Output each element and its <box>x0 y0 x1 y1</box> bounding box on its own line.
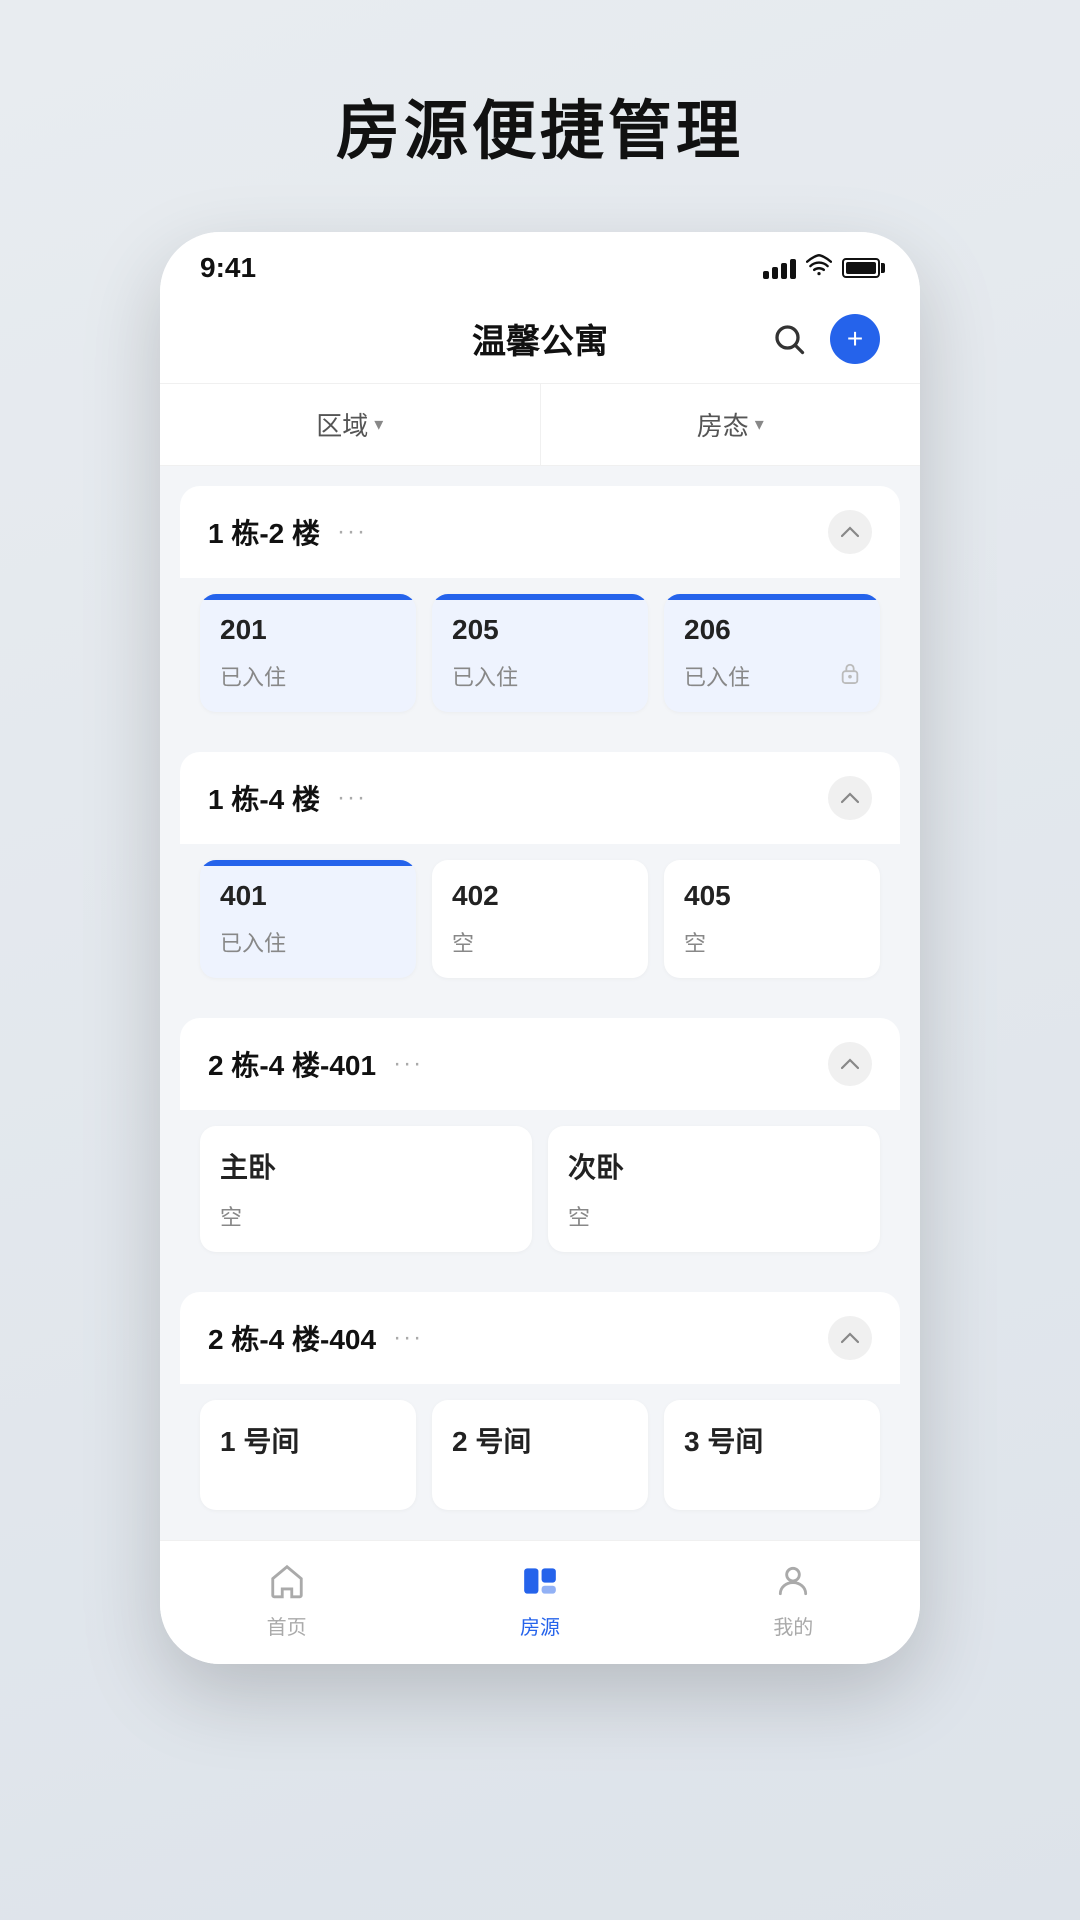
signal-icon <box>763 257 796 279</box>
room-number-401: 401 <box>220 880 396 912</box>
room-number-402: 402 <box>452 880 628 912</box>
room-card-401[interactable]: 401 已入住 <box>200 860 416 978</box>
room-number-3hao: 3 号间 <box>684 1420 860 1460</box>
room-status-405: 空 <box>684 926 860 958</box>
room-status-secondary: 空 <box>568 1200 860 1232</box>
status-filter-label: 房态 <box>697 406 749 443</box>
room-card-secondary[interactable]: 次卧 空 <box>548 1126 880 1252</box>
room-card-205[interactable]: 205 已入住 <box>432 594 648 712</box>
nav-label-profile: 我的 <box>773 1611 813 1640</box>
room-card-206[interactable]: 206 已入住 <box>664 594 880 712</box>
status-filter[interactable]: 房态 ▾ <box>541 384 921 465</box>
room-number-201: 201 <box>220 614 396 646</box>
room-status-401: 已入住 <box>220 926 396 958</box>
section-2-group: 1 栋-4 楼 ··· 401 已入住 <box>180 752 900 998</box>
status-filter-arrow: ▾ <box>755 414 764 435</box>
header-actions: + <box>764 314 880 364</box>
section-3-header: 2 栋-4 楼-401 ··· <box>180 1018 900 1110</box>
section-4-title: 2 栋-4 楼-404 <box>208 1318 376 1358</box>
section-1-more-icon: ··· <box>337 518 367 546</box>
lock-icon-206 <box>840 662 860 690</box>
section-4-more-button[interactable]: ··· <box>390 1320 426 1356</box>
section-4-collapse-button[interactable] <box>828 1316 872 1360</box>
section-4-title-wrap: 2 栋-4 楼-404 ··· <box>208 1318 426 1358</box>
room-number-206: 206 <box>684 614 860 646</box>
room-status-402: 空 <box>452 926 628 958</box>
app-header: 温馨公寓 + <box>160 294 920 383</box>
room-number-2hao: 2 号间 <box>452 1420 628 1460</box>
section-3-more-button[interactable]: ··· <box>390 1046 426 1082</box>
nav-item-rooms[interactable]: 房源 <box>413 1557 666 1640</box>
room-card-201[interactable]: 201 已入住 <box>200 594 416 712</box>
room-card-405[interactable]: 405 空 <box>664 860 880 978</box>
nav-item-home[interactable]: 首页 <box>160 1557 413 1640</box>
room-number-405: 405 <box>684 880 860 912</box>
section-1-title-wrap: 1 栋-2 楼 ··· <box>208 512 370 552</box>
status-bar: 9:41 <box>160 232 920 294</box>
section-1-group: 1 栋-2 楼 ··· 201 已入住 <box>180 486 900 732</box>
section-1-title: 1 栋-2 楼 <box>208 512 320 552</box>
section-3-collapse-button[interactable] <box>828 1042 872 1086</box>
section-4-cards: 1 号间 2 号间 3 号间 <box>180 1384 900 1520</box>
rooms-nav-icon <box>516 1557 564 1605</box>
section-3-cards: 主卧 空 次卧 空 <box>180 1110 900 1272</box>
main-content: 1 栋-2 楼 ··· 201 已入住 <box>160 466 920 1540</box>
search-button[interactable] <box>764 314 814 364</box>
section-2-cards: 401 已入住 402 空 405 空 <box>180 844 900 998</box>
room-number-1hao: 1 号间 <box>220 1420 396 1460</box>
section-2-title-wrap: 1 栋-4 楼 ··· <box>208 778 370 818</box>
room-status-205: 已入住 <box>452 660 628 692</box>
section-2-more-icon: ··· <box>337 784 367 812</box>
section-2-title: 1 栋-4 楼 <box>208 778 320 818</box>
app-title: 温馨公寓 <box>472 314 608 363</box>
section-2-more-button[interactable]: ··· <box>334 780 370 816</box>
room-card-2hao[interactable]: 2 号间 <box>432 1400 648 1510</box>
status-icons <box>763 254 880 282</box>
section-4-group: 2 栋-4 楼-404 ··· 1 号间 2 号间 3 号间 <box>180 1292 900 1520</box>
bottom-nav: 首页 房源 我的 <box>160 1540 920 1664</box>
section-2-collapse-button[interactable] <box>828 776 872 820</box>
nav-label-home: 首页 <box>267 1611 307 1640</box>
phone-frame: 9:41 温馨公寓 <box>160 232 920 1664</box>
add-button[interactable]: + <box>830 314 880 364</box>
wifi-icon <box>806 254 832 282</box>
section-1-more-button[interactable]: ··· <box>334 514 370 550</box>
section-3-title: 2 栋-4 楼-401 <box>208 1044 376 1084</box>
area-filter[interactable]: 区域 ▾ <box>160 384 541 465</box>
profile-nav-icon <box>769 1557 817 1605</box>
room-card-master[interactable]: 主卧 空 <box>200 1126 532 1252</box>
room-card-402[interactable]: 402 空 <box>432 860 648 978</box>
section-1-cards: 201 已入住 205 已入住 206 已入住 <box>180 578 900 732</box>
filter-bar: 区域 ▾ 房态 ▾ <box>160 383 920 466</box>
section-3-title-wrap: 2 栋-4 楼-401 ··· <box>208 1044 426 1084</box>
section-4-more-icon: ··· <box>393 1324 423 1352</box>
section-4-header: 2 栋-4 楼-404 ··· <box>180 1292 900 1384</box>
room-status-201: 已入住 <box>220 660 396 692</box>
room-number-master: 主卧 <box>220 1146 512 1186</box>
nav-label-rooms: 房源 <box>520 1611 560 1640</box>
room-card-1hao[interactable]: 1 号间 <box>200 1400 416 1510</box>
nav-item-profile[interactable]: 我的 <box>667 1557 920 1640</box>
section-2-header: 1 栋-4 楼 ··· <box>180 752 900 844</box>
area-filter-label: 区域 <box>316 406 368 443</box>
area-filter-arrow: ▾ <box>374 414 383 435</box>
home-nav-icon <box>263 1557 311 1605</box>
status-time: 9:41 <box>200 252 256 284</box>
room-number-205: 205 <box>452 614 628 646</box>
battery-icon <box>842 258 880 278</box>
room-card-3hao[interactable]: 3 号间 <box>664 1400 880 1510</box>
section-1-header: 1 栋-2 楼 ··· <box>180 486 900 578</box>
section-3-group: 2 栋-4 楼-401 ··· 主卧 空 <box>180 1018 900 1272</box>
section-3-more-icon: ··· <box>393 1050 423 1078</box>
room-status-master: 空 <box>220 1200 512 1232</box>
section-1-collapse-button[interactable] <box>828 510 872 554</box>
page-title: 房源便捷管理 <box>336 80 744 172</box>
room-number-secondary: 次卧 <box>568 1146 860 1186</box>
room-status-206: 已入住 <box>684 660 860 692</box>
